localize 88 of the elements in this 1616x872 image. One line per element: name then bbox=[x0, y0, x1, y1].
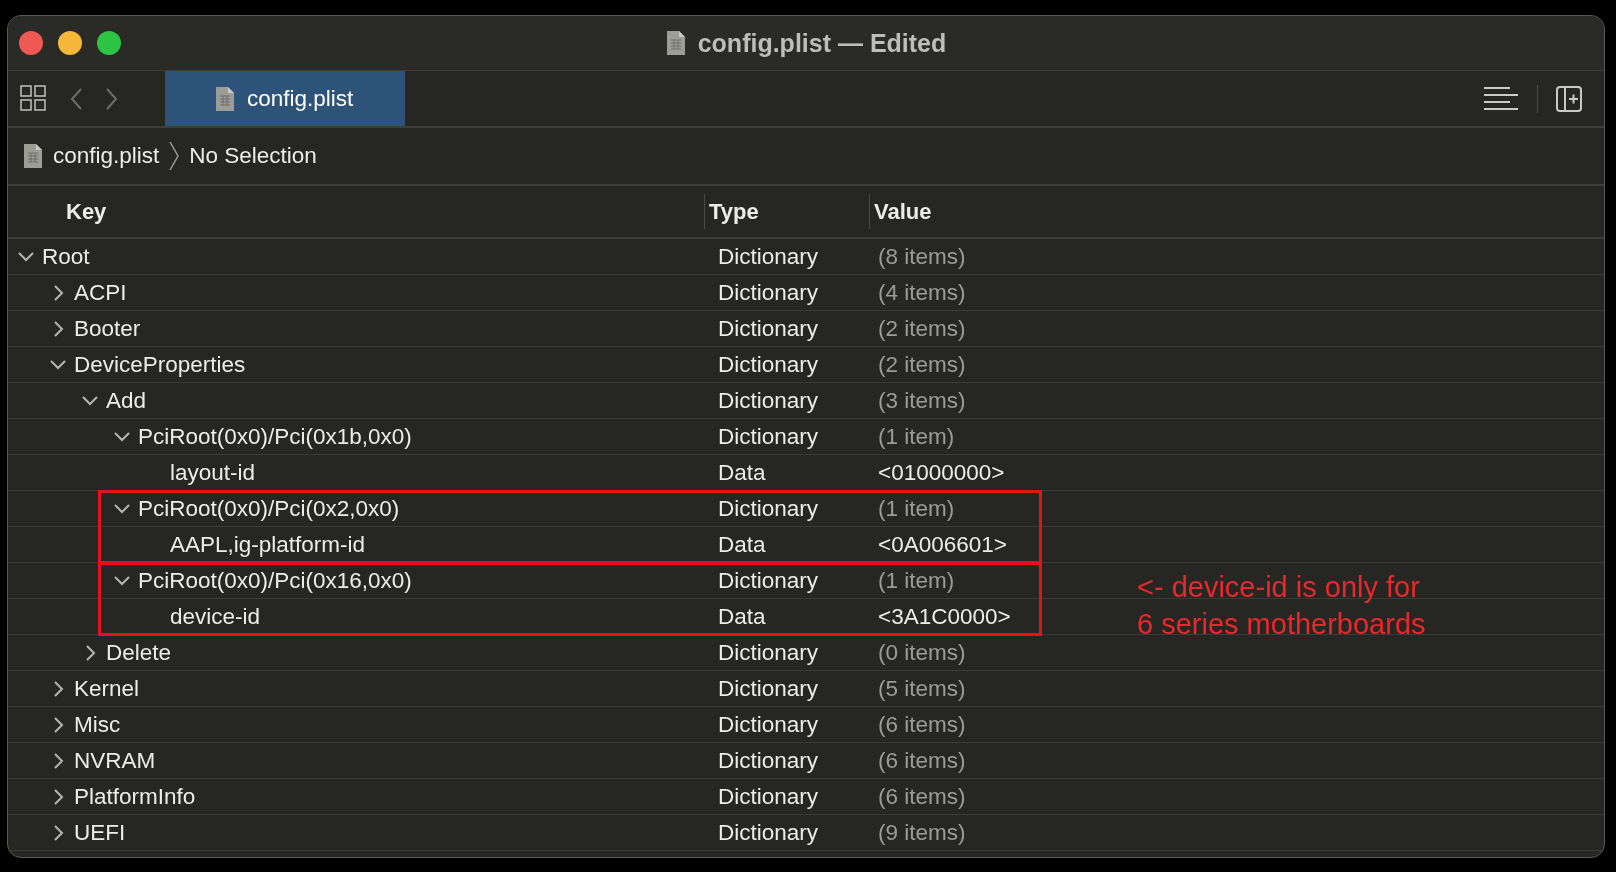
grid-icon[interactable] bbox=[20, 85, 47, 112]
tree-row[interactable]: UEFI Dictionary (9 items) bbox=[8, 815, 1118, 850]
key-label: DeviceProperties bbox=[74, 351, 246, 378]
tree-row[interactable]: DeviceProperties Dictionary (2 items) bbox=[8, 347, 1118, 382]
value-label: (3 items) bbox=[877, 387, 966, 414]
tree-row[interactable]: PciRoot(0x0)/Pci(0x1b,0x0) Dictionary (1 item) bbox=[8, 419, 1118, 454]
back-icon[interactable] bbox=[69, 86, 83, 111]
key-label: Kernel bbox=[74, 675, 140, 702]
key-label: Misc bbox=[74, 711, 121, 738]
type-label: Data bbox=[717, 459, 766, 486]
zoom-button[interactable] bbox=[97, 31, 121, 55]
key-label: PciRoot(0x0)/Pci(0x2,0x0) bbox=[138, 495, 400, 522]
tree-row[interactable]: layout-id Data <01000000> bbox=[8, 455, 1118, 490]
key-label: layout-id bbox=[170, 459, 256, 486]
tree-row[interactable]: Kernel Dictionary (5 items) bbox=[8, 671, 1118, 706]
value-label: (2 items) bbox=[877, 315, 966, 342]
document-icon bbox=[23, 143, 43, 169]
tree-row[interactable]: ACPI Dictionary (4 items) bbox=[8, 275, 1118, 310]
close-button[interactable] bbox=[19, 31, 43, 55]
value-label: (6 items) bbox=[877, 783, 966, 810]
value-label: (0 items) bbox=[877, 639, 966, 666]
value-label: (1 item) bbox=[877, 495, 955, 522]
column-header[interactable]: Value bbox=[869, 194, 1604, 229]
type-label: Dictionary bbox=[717, 567, 819, 594]
list-icon[interactable] bbox=[1483, 85, 1519, 112]
tree-row[interactable]: PciRoot(0x0)/Pci(0x2,0x0) Dictionary (1 item) bbox=[8, 491, 1118, 526]
value-label: (1 item) bbox=[877, 567, 955, 594]
key-label: Booter bbox=[74, 315, 141, 342]
type-label: Dictionary bbox=[717, 675, 819, 702]
window-title: config.plist — Edited bbox=[697, 28, 947, 58]
type-label: Data bbox=[717, 603, 766, 630]
key-label: Root bbox=[42, 243, 90, 270]
key-label: NVRAM bbox=[74, 747, 156, 774]
key-label: device-id bbox=[170, 603, 261, 630]
type-label: Dictionary bbox=[717, 279, 819, 306]
tree-row[interactable]: device-id Data <3A1C0000> bbox=[8, 599, 1118, 634]
forward-icon[interactable] bbox=[105, 86, 119, 111]
type-label: Dictionary bbox=[717, 639, 819, 666]
annotation-note: <- device-id is only for 6 series motherboards bbox=[1137, 570, 1426, 642]
add-panel-icon[interactable] bbox=[1556, 85, 1582, 112]
type-label: Dictionary bbox=[717, 423, 819, 450]
key-label: Add bbox=[106, 387, 147, 414]
type-label: Dictionary bbox=[717, 783, 819, 810]
key-label: PciRoot(0x0)/Pci(0x1b,0x0) bbox=[138, 423, 412, 450]
type-label: Data bbox=[717, 531, 766, 558]
value-label: (9 items) bbox=[877, 819, 966, 846]
tree-row[interactable]: Misc Dictionary (6 items) bbox=[8, 707, 1118, 742]
value-label: (1 item) bbox=[877, 423, 955, 450]
tree-row[interactable]: PciRoot(0x0)/Pci(0x16,0x0) Dictionary (1 item) bbox=[8, 563, 1118, 598]
type-label: Dictionary bbox=[717, 351, 819, 378]
type-label: Dictionary bbox=[717, 711, 819, 738]
tree-row[interactable]: NVRAM Dictionary (6 items) bbox=[8, 743, 1118, 778]
minimize-button[interactable] bbox=[58, 31, 82, 55]
document-icon bbox=[665, 30, 686, 56]
breadcrumb-item[interactable]: No Selection bbox=[189, 143, 317, 169]
value-label: (8 items) bbox=[877, 243, 966, 270]
chevron-right-icon bbox=[169, 141, 180, 171]
type-label: Dictionary bbox=[717, 495, 819, 522]
value-label: (6 items) bbox=[877, 747, 966, 774]
value-label: (6 items) bbox=[877, 711, 966, 738]
value-label: (4 items) bbox=[877, 279, 966, 306]
key-label: Delete bbox=[106, 639, 172, 666]
type-label: Dictionary bbox=[717, 243, 819, 270]
type-label: Dictionary bbox=[717, 747, 819, 774]
type-label: Dictionary bbox=[717, 387, 819, 414]
tree-row[interactable]: AAPL,ig-platform-id Data <0A006601> bbox=[8, 527, 1118, 562]
tree-row[interactable]: Add Dictionary (3 items) bbox=[8, 383, 1118, 418]
file-tab[interactable]: config.plist bbox=[165, 71, 405, 126]
key-label: ACPI bbox=[74, 279, 127, 306]
type-label: Dictionary bbox=[717, 819, 819, 846]
tree-row[interactable]: Booter Dictionary (2 items) bbox=[8, 311, 1118, 346]
tree-row[interactable]: Root Dictionary (8 items) bbox=[8, 239, 1118, 274]
key-label: UEFI bbox=[74, 819, 126, 846]
tree-row[interactable]: PlatformInfo Dictionary (6 items) bbox=[8, 779, 1118, 814]
key-label: PlatformInfo bbox=[74, 783, 196, 810]
type-label: Dictionary bbox=[717, 315, 819, 342]
key-label: PciRoot(0x0)/Pci(0x16,0x0) bbox=[138, 567, 412, 594]
breadcrumb-item[interactable]: config.plist bbox=[53, 143, 160, 169]
document-icon bbox=[215, 85, 235, 112]
key-label: AAPL,ig-platform-id bbox=[170, 531, 366, 558]
value-label: <01000000> bbox=[877, 459, 1005, 486]
column-header[interactable]: Key bbox=[8, 186, 704, 237]
value-label: (5 items) bbox=[877, 675, 966, 702]
value-label: (2 items) bbox=[877, 351, 966, 378]
value-label: <3A1C0000> bbox=[877, 603, 1011, 630]
value-label: <0A006601> bbox=[877, 531, 1007, 558]
tree-row[interactable]: Delete Dictionary (0 items) bbox=[8, 635, 1118, 670]
column-header[interactable]: Type bbox=[704, 194, 869, 229]
